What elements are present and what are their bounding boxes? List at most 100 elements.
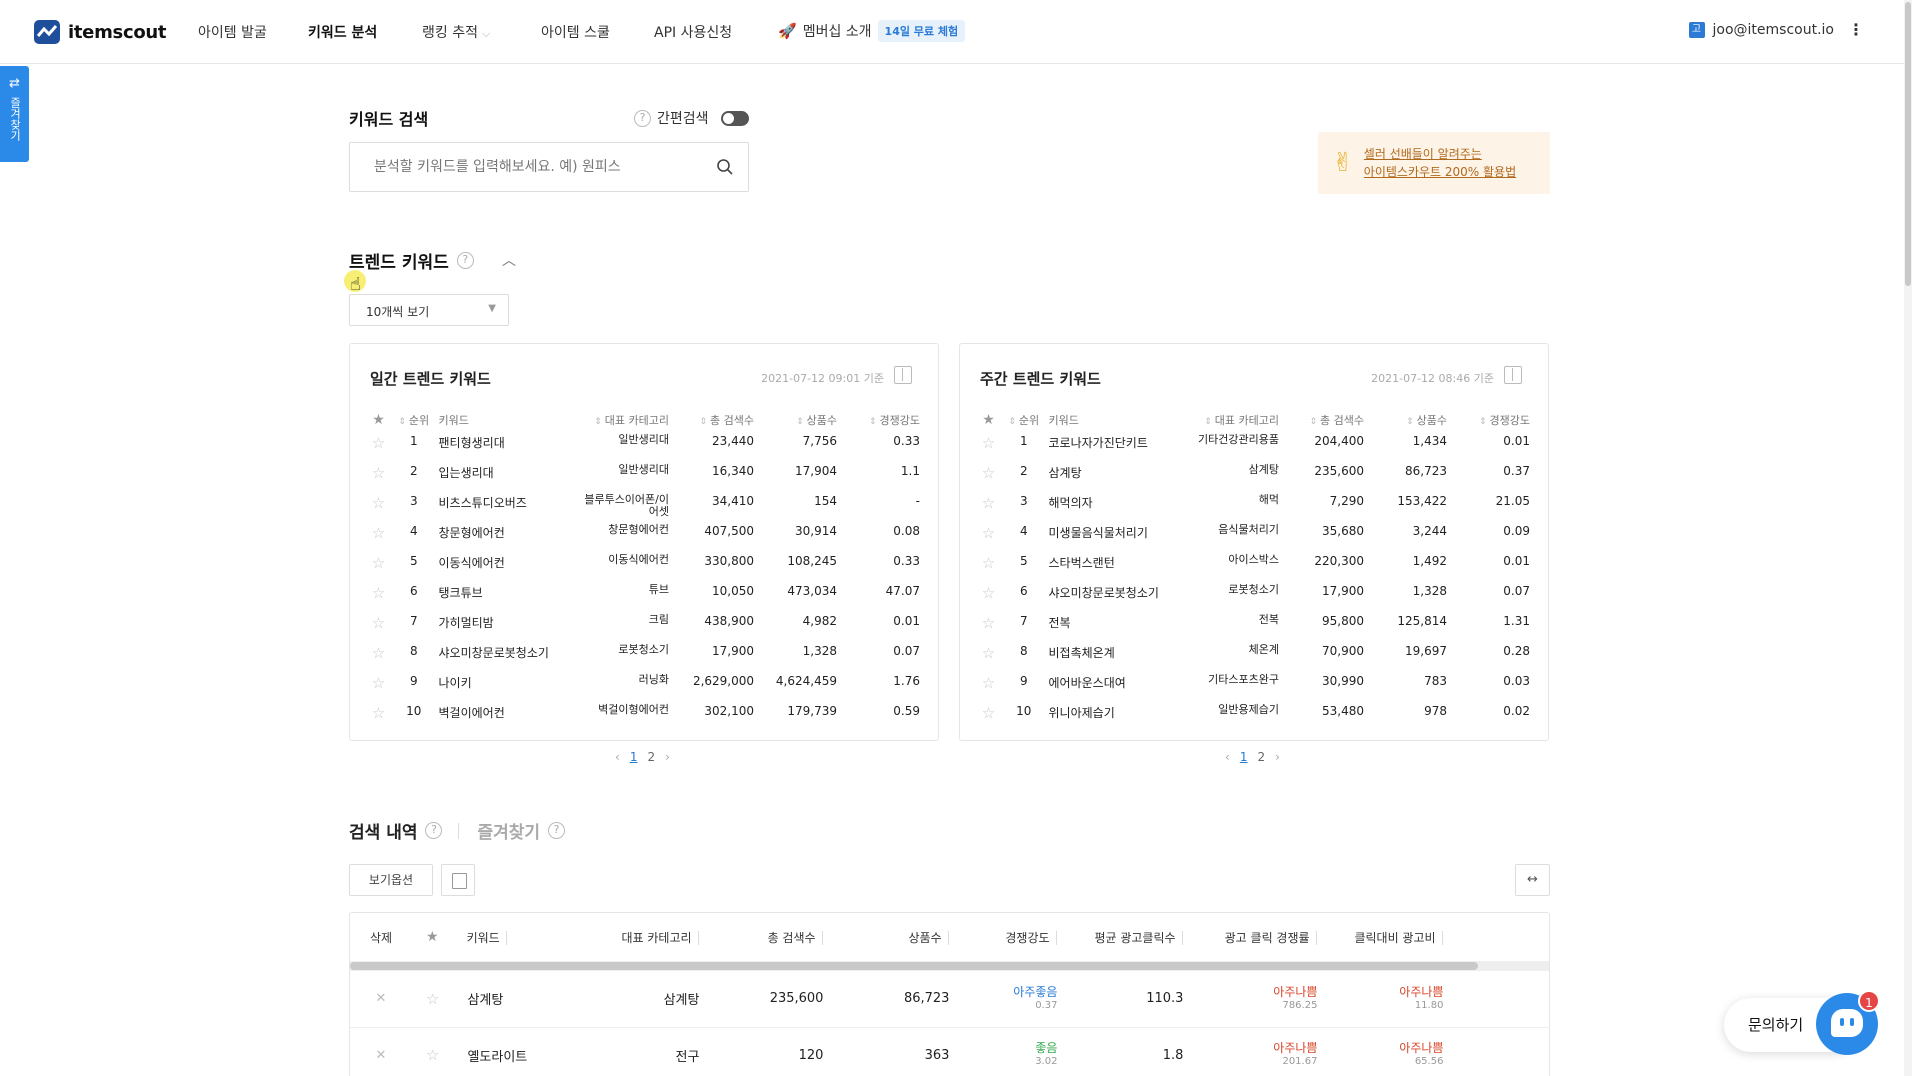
page-link[interactable]: 2 [1257, 750, 1265, 764]
sort-icon[interactable]: ⇕ [796, 417, 804, 427]
keyword-cell[interactable]: 옐도라이트 [453, 1027, 604, 1076]
more-menu-icon[interactable]: ⋮ [1848, 20, 1864, 39]
page-link[interactable]: 1 [1240, 750, 1248, 764]
expand-width-button[interactable]: ↔ [1515, 864, 1550, 896]
page-link[interactable]: 2 [647, 750, 655, 764]
help-icon[interactable]: ? [634, 109, 651, 127]
favorite-star-icon[interactable]: ☆ [372, 674, 385, 692]
keyword-cell[interactable]: 탱크튜브 [435, 580, 580, 610]
table-row[interactable]: ☆ 9 나이키 러닝화 2,629,000 4,624,459 1.76 [364, 670, 924, 700]
keyword-cell[interactable]: 창문형에어컨 [435, 520, 580, 550]
keyword-cell[interactable]: 벽걸이에어컨 [435, 700, 580, 730]
keyword-cell[interactable]: 가히멀티밤 [435, 610, 580, 640]
keyword-cell[interactable]: 이동식에어컨 [435, 550, 580, 580]
promo-link[interactable]: 셀러 선배들이 알려주는 아이템스카우트 200% 활용법 [1364, 145, 1516, 181]
table-row[interactable]: ☆ 9 에어바운스대여 기타스포츠완구 30,990 783 0.03 [974, 670, 1534, 700]
help-icon[interactable]: ? [548, 822, 566, 839]
delete-icon[interactable]: ✕ [376, 991, 387, 1006]
favorite-star-icon[interactable]: ☆ [982, 584, 995, 602]
help-icon[interactable]: ? [456, 252, 474, 269]
table-row[interactable]: ☆ 7 전복 전복 95,800 125,814 1.31 [974, 610, 1534, 640]
keyword-cell[interactable]: 위니아제습기 [1045, 700, 1190, 730]
favorite-star-icon[interactable]: ☆ [372, 554, 385, 572]
table-row[interactable]: ☆ 5 스타벅스랜턴 아이스박스 220,300 1,492 0.01 [974, 550, 1534, 580]
next-page-icon[interactable]: › [665, 750, 670, 764]
nav-item-keyword-analysis[interactable]: 키워드 분석 [308, 22, 377, 42]
search-icon[interactable] [716, 158, 734, 176]
keyword-search-input[interactable] [350, 143, 690, 191]
keyword-cell[interactable]: 샤오미창문로봇청소기 [435, 640, 580, 670]
favorite-star-icon[interactable]: ☆ [982, 704, 995, 722]
excel-download-icon[interactable] [894, 366, 912, 384]
favorite-star-icon[interactable]: ☆ [372, 524, 385, 542]
prev-page-icon[interactable]: ‹ [1225, 750, 1230, 764]
promo-banner[interactable]: ✌ 셀러 선배들이 알려주는 아이템스카우트 200% 활용법 [1318, 132, 1550, 194]
favorite-star-icon[interactable]: ☆ [372, 704, 385, 722]
favorite-star-icon[interactable]: ☆ [372, 434, 385, 452]
page-link[interactable]: 1 [630, 750, 638, 764]
table-row[interactable]: ☆ 10 벽걸이에어컨 벽걸이형에어컨 302,100 179,739 0.59 [364, 700, 924, 730]
favorite-star-icon[interactable]: ☆ [982, 614, 995, 632]
tab-search-history[interactable]: 검색 내역 [349, 818, 417, 843]
keyword-cell[interactable]: 코로나자가진단키트 [1045, 430, 1190, 460]
scrollbar-thumb[interactable] [1905, 2, 1911, 286]
collapse-caret-icon[interactable]: ︿ [502, 250, 516, 270]
table-row[interactable]: ☆ 3 해먹의자 해먹 7,290 153,422 21.05 [974, 490, 1534, 520]
sort-icon[interactable]: ⇕ [869, 417, 877, 427]
view-options-button[interactable]: 보기옵션 [349, 864, 433, 896]
table-row[interactable]: ☆ 2 입는생리대 일반생리대 16,340 17,904 1.1 [364, 460, 924, 490]
table-row[interactable]: ☆ 4 미생물음식물처리기 음식물처리기 35,680 3,244 0.09 [974, 520, 1534, 550]
logo[interactable]: itemscout [34, 20, 167, 44]
favorite-star-icon[interactable]: ☆ [372, 644, 385, 662]
table-row[interactable]: ☆ 1 팬티형생리대 일반생리대 23,440 7,756 0.33 [364, 430, 924, 460]
sort-icon[interactable]: ⇕ [1310, 417, 1318, 427]
favorite-star-icon[interactable]: ☆ [982, 644, 995, 662]
table-row[interactable]: ☆ 8 비접촉체온계 체온계 70,900 19,697 0.28 [974, 640, 1534, 670]
sort-icon[interactable]: ⇕ [1008, 417, 1016, 427]
prev-page-icon[interactable]: ‹ [615, 750, 620, 764]
keyword-cell[interactable]: 비츠스튜디오버즈 [435, 490, 580, 520]
favorite-star-icon[interactable]: ☆ [982, 494, 995, 512]
keyword-cell[interactable]: 비접촉체온계 [1045, 640, 1190, 670]
star-header-icon[interactable]: ★ [982, 412, 995, 428]
star-header-icon[interactable]: ★ [372, 412, 385, 428]
tab-favorites[interactable]: 즐겨찾기 [477, 818, 540, 843]
sort-icon[interactable]: ⇕ [1406, 417, 1414, 427]
user-account[interactable]: 고 joo@itemscout.io [1688, 22, 1834, 38]
keyword-cell[interactable]: 삼계탕 [453, 971, 604, 1028]
simple-search-toggle[interactable] [720, 110, 749, 126]
nav-item-discovery[interactable]: 아이템 발굴 [198, 22, 267, 42]
favorite-star-icon[interactable]: ☆ [426, 990, 439, 1008]
table-row[interactable]: ☆ 1 코로나자가진단키트 기타건강관리용품 204,400 1,434 0.01 [974, 430, 1534, 460]
favorite-star-icon[interactable]: ☆ [982, 464, 995, 482]
delete-icon[interactable]: ✕ [376, 1048, 387, 1063]
keyword-cell[interactable]: 에어바운스대여 [1045, 670, 1190, 700]
next-page-icon[interactable]: › [1275, 750, 1280, 764]
table-row[interactable]: ☆ 5 이동식에어컨 이동식에어컨 330,800 108,245 0.33 [364, 550, 924, 580]
table-row[interactable]: ✕ ☆ 옐도라이트 전구 120 363 좋음 3.02 1.8 아주나쁨 201.67 아주나쁨 65… [350, 1027, 1549, 1076]
excel-download-icon[interactable] [1504, 366, 1522, 384]
table-row[interactable]: ☆ 7 가히멀티밤 크림 438,900 4,982 0.01 [364, 610, 924, 640]
keyword-cell[interactable]: 스타벅스랜턴 [1045, 550, 1190, 580]
favorite-star-icon[interactable]: ☆ [982, 674, 995, 692]
horizontal-scrollbar[interactable] [350, 961, 1549, 971]
sort-icon[interactable]: ⇕ [594, 417, 602, 427]
table-row[interactable]: ☆ 4 창문형에어컨 창문형에어컨 407,500 30,914 0.08 [364, 520, 924, 550]
nav-item-api[interactable]: API 사용신청 [654, 22, 732, 42]
favorite-star-icon[interactable]: ☆ [372, 494, 385, 512]
keyword-cell[interactable]: 해먹의자 [1045, 490, 1190, 520]
sort-icon[interactable]: ⇕ [1479, 417, 1487, 427]
sort-icon[interactable]: ⇕ [700, 417, 708, 427]
table-row[interactable]: ☆ 2 삼계탕 삼계탕 235,600 86,723 0.37 [974, 460, 1534, 490]
keyword-cell[interactable]: 샤오미창문로봇청소기 [1045, 580, 1190, 610]
keyword-cell[interactable]: 전복 [1045, 610, 1190, 640]
table-row[interactable]: ☆ 6 샤오미창문로봇청소기 로봇청소기 17,900 1,328 0.07 [974, 580, 1534, 610]
nav-item-ranking[interactable]: 랭킹 추적 ⌵ [422, 22, 490, 42]
sort-icon[interactable]: ⇕ [398, 417, 406, 427]
table-row[interactable]: ☆ 8 샤오미창문로봇청소기 로봇청소기 17,900 1,328 0.07 [364, 640, 924, 670]
sort-icon[interactable]: ⇕ [1204, 417, 1212, 427]
nav-item-school[interactable]: 아이템 스쿨 [541, 22, 610, 42]
favorite-star-icon[interactable]: ☆ [372, 464, 385, 482]
favorite-star-icon[interactable]: ☆ [982, 554, 995, 572]
favorites-side-tab[interactable]: ⇄ 즐겨찾기 [0, 66, 29, 162]
